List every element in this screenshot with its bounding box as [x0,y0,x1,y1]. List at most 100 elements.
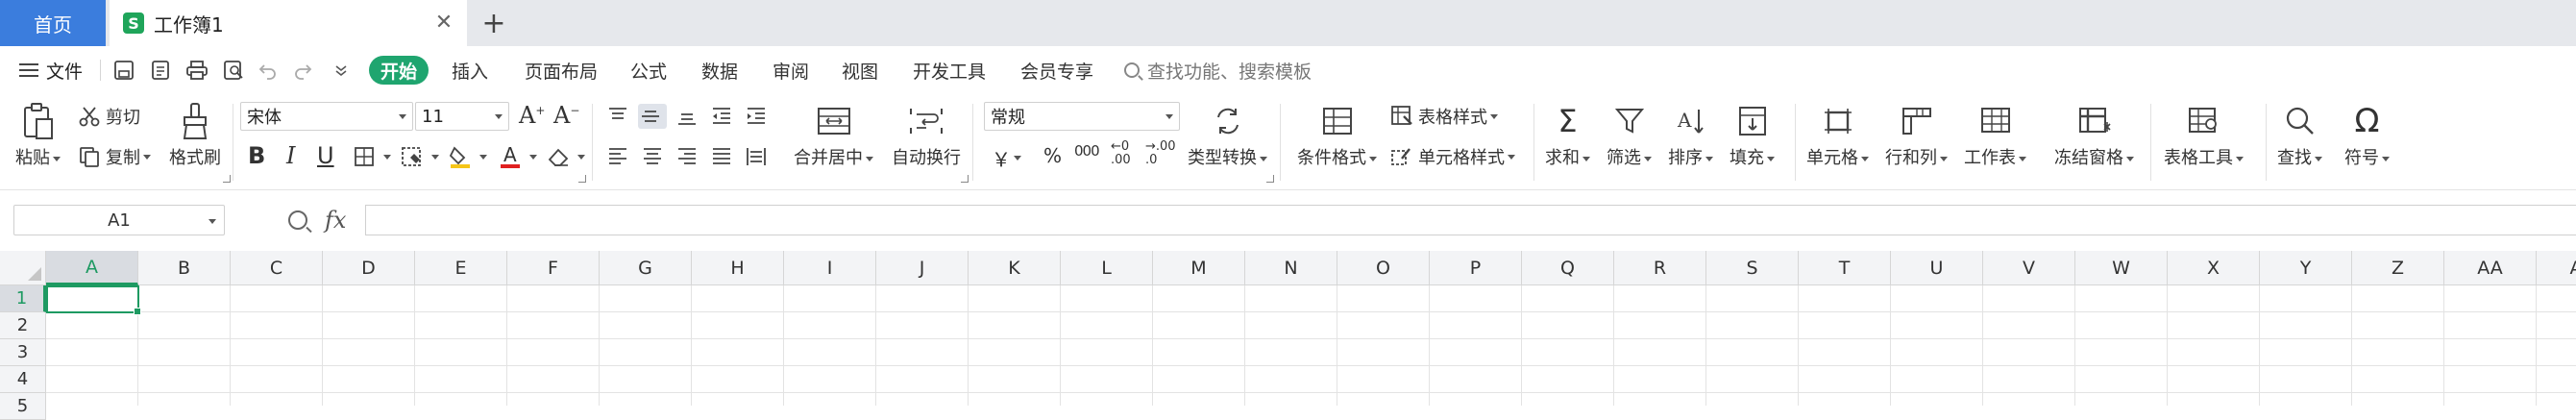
align-right-button[interactable] [675,144,703,169]
column-header[interactable]: V [1983,251,2075,285]
clear-button[interactable] [546,144,585,169]
column-header[interactable]: N [1245,251,1337,285]
align-left-button[interactable] [605,144,634,169]
save-icon[interactable] [110,56,138,85]
new-tab-plus-icon[interactable]: + [478,7,509,40]
symbol-button[interactable]: Ω 符号 [2344,100,2390,169]
font-dialog-launcher[interactable] [578,175,586,183]
cell-style-button[interactable]: 单元格样式 [1389,144,1515,169]
column-header[interactable]: I [784,251,876,285]
cell-area[interactable] [46,285,2576,406]
column-header[interactable]: J [876,251,969,285]
table-tools-button[interactable]: 表格工具 [2164,100,2244,169]
select-all-corner[interactable] [0,251,46,285]
column-header[interactable]: AB [2537,251,2576,285]
underline-button[interactable]: U [317,142,334,169]
justify-button[interactable] [709,144,738,169]
print-icon[interactable] [183,56,211,85]
decrease-decimal-button[interactable]: →.00 .0 [1145,140,1176,167]
column-header[interactable]: U [1891,251,1983,285]
active-cell[interactable] [46,285,141,315]
conditional-format-button[interactable]: 条件格式 [1297,100,1377,169]
formula-input[interactable] [365,205,2576,235]
increase-decimal-button[interactable]: ←0 .00 [1111,140,1140,167]
column-header[interactable]: G [600,251,692,285]
filter-button[interactable]: 筛选 [1607,100,1652,169]
close-icon[interactable]: ✕ [432,11,455,35]
column-header[interactable]: R [1614,251,1706,285]
font-size-select[interactable]: 11 [415,102,509,131]
borders-button[interactable] [352,144,391,169]
tab-insert[interactable]: 插入 [452,56,488,85]
number-dialog-launcher[interactable] [1266,175,1274,183]
font-family-select[interactable]: 宋体 [240,102,413,131]
currency-format-button[interactable]: ￥ [992,144,1021,172]
tab-page-layout[interactable]: 页面布局 [525,56,598,85]
format-painter-button[interactable]: 格式刷 [169,100,221,169]
tab-data[interactable]: 数据 [701,56,738,85]
fill-color-button[interactable] [448,144,487,169]
row-header[interactable]: 1 [0,285,46,312]
column-header[interactable]: B [138,251,231,285]
redo-icon[interactable] [288,56,317,85]
tab-member[interactable]: 会员专享 [1020,56,1093,85]
row-header[interactable]: 3 [0,339,46,366]
column-header[interactable]: Y [2260,251,2352,285]
alignment-dialog-launcher[interactable] [961,175,969,183]
column-header[interactable]: E [415,251,507,285]
merge-center-button[interactable]: 合并居中 [794,100,873,169]
undo-icon[interactable] [254,56,282,85]
column-header[interactable]: D [323,251,415,285]
row-header[interactable]: 5 [0,393,46,420]
type-convert-button[interactable]: 类型转换 [1188,100,1267,169]
find-button[interactable]: 查找 [2277,100,2322,169]
bold-button[interactable]: B [248,142,265,169]
export-pdf-icon[interactable] [146,56,175,85]
cell-button[interactable]: 单元格 [1806,100,1869,169]
thousands-separator-button[interactable]: 000 [1074,142,1100,160]
increase-indent-button[interactable] [744,104,773,129]
column-header[interactable]: O [1337,251,1430,285]
sort-button[interactable]: A 排序 [1668,100,1713,169]
print-preview-icon[interactable] [219,56,248,85]
column-header[interactable]: M [1153,251,1245,285]
fill-button[interactable]: 填充 [1730,100,1775,169]
name-box[interactable]: A1 [13,205,225,235]
clipboard-dialog-launcher[interactable] [223,175,231,183]
tab-formulas[interactable]: 公式 [630,56,667,85]
tab-start[interactable]: 开始 [369,56,429,85]
column-header[interactable]: Q [1522,251,1614,285]
tab-review[interactable]: 审阅 [773,56,809,85]
freeze-panes-button[interactable]: 冻结窗格 [2054,100,2134,169]
column-header[interactable]: W [2075,251,2168,285]
fx-icon[interactable]: fx [325,207,346,234]
tab-home[interactable]: 首页 [0,0,106,46]
copy-button[interactable]: 复制 [77,144,151,169]
number-format-select[interactable]: 常规 [984,102,1180,131]
column-header[interactable]: F [507,251,600,285]
distribute-button[interactable] [744,144,773,169]
decrease-font-size-button[interactable]: A− [553,102,579,129]
cut-button[interactable]: 剪切 [77,104,140,129]
file-menu-button[interactable]: 文件 [19,54,83,86]
font-color-button[interactable]: A [498,144,537,169]
wrap-text-button[interactable]: 自动换行 [892,100,961,169]
paste-button[interactable]: 粘贴 [15,100,61,169]
percent-format-button[interactable]: % [1043,144,1062,167]
align-top-button[interactable] [605,104,634,129]
column-header[interactable]: T [1799,251,1891,285]
row-header[interactable]: 4 [0,366,46,393]
column-header[interactable]: X [2168,251,2260,285]
align-center-button[interactable] [640,144,669,169]
increase-font-size-button[interactable]: A+ [519,102,545,129]
tab-view[interactable]: 视图 [842,56,878,85]
column-header[interactable]: C [231,251,323,285]
tab-developer[interactable]: 开发工具 [913,56,986,85]
italic-button[interactable]: I [286,142,295,169]
feature-search[interactable]: 查找功能、搜索模板 [1124,56,1312,85]
cell-fill-style-button[interactable] [400,144,439,169]
customize-quick-access-icon[interactable] [327,56,356,85]
zoom-icon[interactable] [288,210,307,230]
tab-workbook[interactable]: S 工作簿1 ✕ [110,0,467,46]
column-header[interactable]: Z [2352,251,2444,285]
